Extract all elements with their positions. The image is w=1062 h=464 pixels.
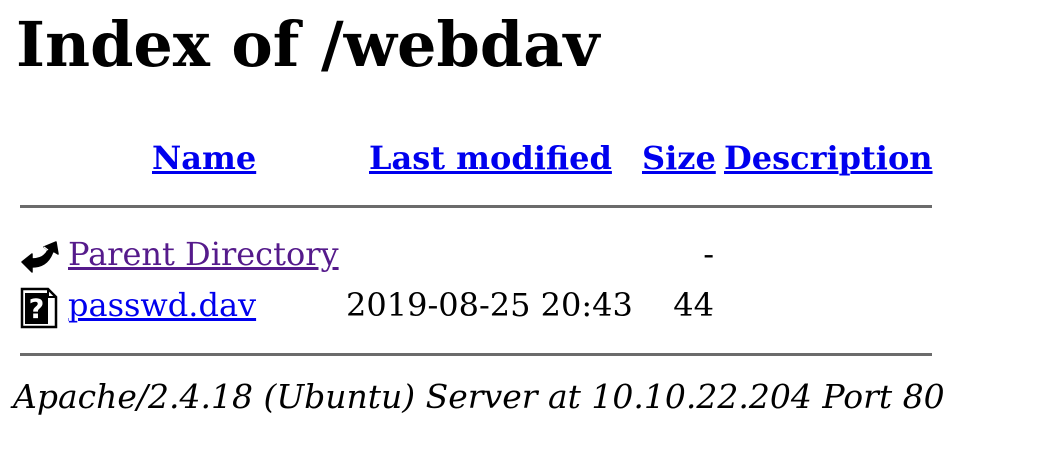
column-header-name[interactable]: Name: [152, 142, 256, 174]
size-value: 44: [673, 286, 714, 324]
column-header-size[interactable]: Size: [642, 142, 716, 174]
column-header-last-modified[interactable]: Last modified: [369, 142, 612, 174]
size-value: -: [703, 235, 714, 273]
back-arrow-icon: [21, 241, 59, 273]
table-row: ? passwd.dav 2019-08-25 20:43 44: [0, 286, 940, 329]
unknown-file-icon: ?: [20, 287, 58, 329]
page-title: Index of /webdav: [16, 8, 600, 81]
file-link-passwd-dav[interactable]: passwd.dav: [68, 289, 256, 321]
table-top-divider: [20, 205, 932, 208]
column-header-description[interactable]: Description: [724, 142, 933, 174]
svg-text:?: ?: [29, 294, 45, 325]
table-bottom-divider: [20, 353, 932, 356]
parent-directory-link[interactable]: Parent Directory: [68, 238, 339, 270]
table-row: Parent Directory -: [0, 236, 940, 276]
server-signature: Apache/2.4.18 (Ubuntu) Server at 10.10.2…: [13, 377, 945, 416]
last-modified-value: 2019-08-25 20:43: [346, 286, 633, 324]
